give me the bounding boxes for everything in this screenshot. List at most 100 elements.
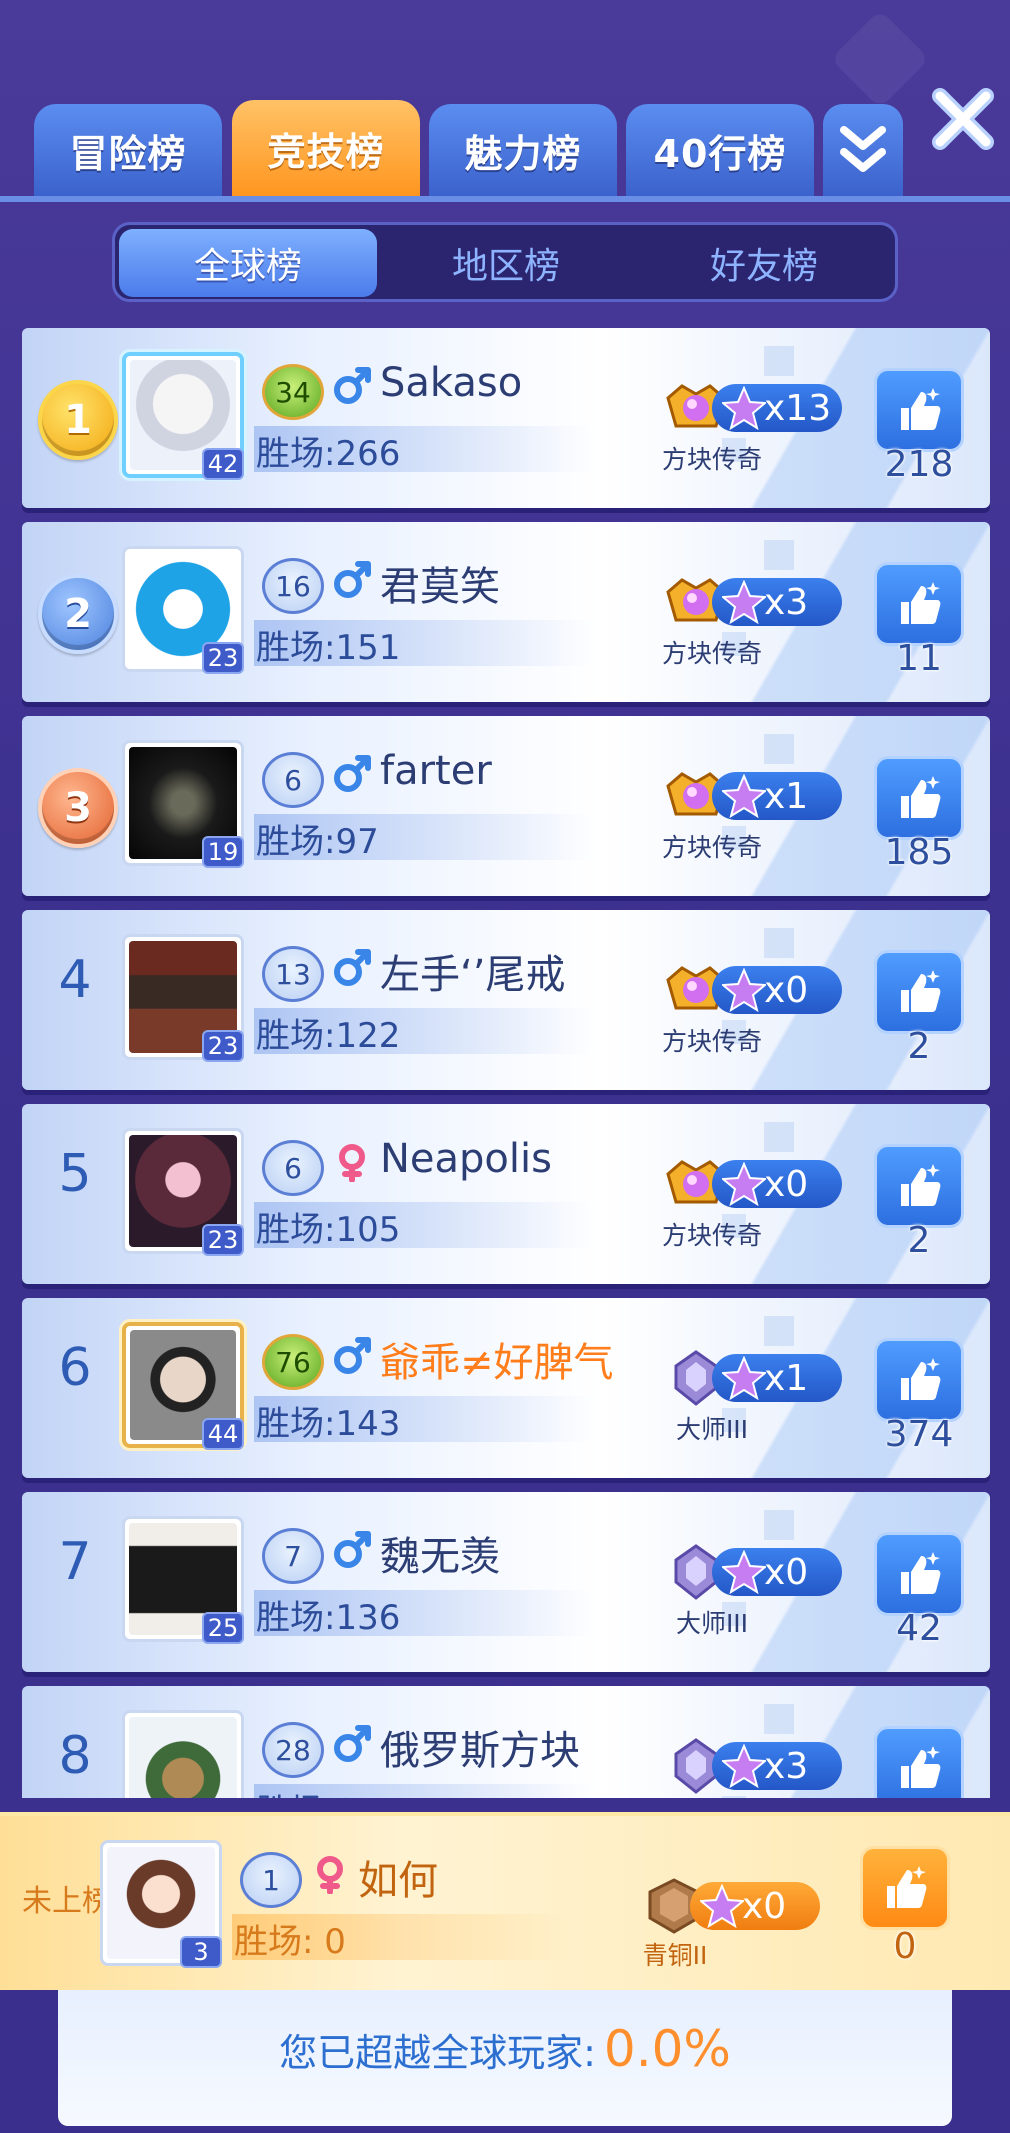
- row-decoration: [764, 540, 794, 570]
- leaderboard-row[interactable]: 7 25 7 魏无羡 胜场:136 x0 大师III 42: [22, 1492, 990, 1672]
- thumbs-up-icon: [901, 1358, 941, 1400]
- like-count: 11: [896, 638, 942, 679]
- thumbs-up-icon: [901, 970, 941, 1012]
- thumbs-up-icon: [887, 1866, 927, 1908]
- wins-count: 胜场: 0: [234, 1922, 346, 1962]
- tab-adventure[interactable]: 冒险榜: [34, 104, 222, 196]
- like-button[interactable]: [860, 1846, 950, 1930]
- like-button[interactable]: [874, 1144, 964, 1228]
- double-chevron-down-icon: [840, 126, 886, 172]
- leaderboard-row[interactable]: 4 23 13 左手‘’尾戒 胜场:122 x0 方块传奇 2: [22, 910, 990, 1090]
- player-level: 16: [262, 558, 324, 614]
- star-icon: [722, 386, 766, 430]
- thumbs-up-icon: [901, 1552, 941, 1594]
- tab-40-lines[interactable]: 40行榜: [626, 104, 814, 196]
- player-name: Sakaso: [380, 360, 523, 406]
- female-icon: [332, 1142, 372, 1182]
- like-button[interactable]: [874, 562, 964, 646]
- tab-charm[interactable]: 魅力榜: [429, 104, 617, 196]
- wins-count: 胜场:143: [256, 1404, 401, 1444]
- rank-medal-icon: 3: [38, 768, 118, 848]
- more-tabs-button[interactable]: [823, 104, 903, 196]
- rank-number: 7: [58, 1532, 92, 1592]
- rank-medal-icon: 1: [38, 380, 118, 460]
- close-button[interactable]: [928, 84, 998, 154]
- thumbs-up-icon: [901, 388, 941, 430]
- stars-count: x3: [764, 581, 809, 623]
- like-button[interactable]: [874, 1338, 964, 1422]
- rank-number: 3: [64, 785, 92, 831]
- row-decoration: [764, 734, 794, 764]
- leaderboard-row[interactable]: 6 44 76 爺乖≠好脾气 胜场:143 x1 大师III 374: [22, 1298, 990, 1478]
- tab-global[interactable]: 全球榜: [119, 229, 377, 297]
- leaderboard-row[interactable]: 5 23 6 Neapolis 胜场:105 x0 方块传奇 2: [22, 1104, 990, 1284]
- like-count: 42: [896, 1608, 942, 1649]
- leaderboard-row[interactable]: 8 28 俄罗斯方块 胜场:97 x3 大师III: [22, 1686, 990, 1798]
- like-count: 374: [884, 1414, 954, 1455]
- star-icon: [722, 580, 766, 624]
- player-name: 俄罗斯方块: [380, 1728, 580, 1774]
- rank-name: 方块传奇: [661, 639, 762, 668]
- stars-count: x0: [764, 1163, 809, 1205]
- tab-label: 竞技榜: [267, 129, 385, 174]
- beat-players-percent: 0.0%: [603, 2020, 731, 2078]
- rank-medal-icon: 2: [38, 574, 118, 654]
- avatar-level-badge: 19: [202, 836, 244, 868]
- like-button[interactable]: [874, 368, 964, 452]
- player-level: 6: [262, 752, 324, 808]
- rank-number: 1: [64, 397, 92, 443]
- subtab-label: 好友榜: [709, 246, 818, 287]
- rank-number: 4: [58, 950, 92, 1010]
- leaderboard-list[interactable]: 1 42 3 4 Sakaso 胜场:266 x13 方块传奇 218 2 23 …: [22, 328, 990, 1798]
- row-decoration: [764, 928, 794, 958]
- male-icon: [332, 754, 372, 794]
- wins-count: 胜场:105: [256, 1210, 401, 1250]
- avatar-level-badge: 3: [180, 1936, 222, 1968]
- avatar-level-badge: 23: [202, 1224, 244, 1256]
- wins-count: 胜场:266: [256, 434, 401, 474]
- leaderboard-row[interactable]: 3 19 6 farter 胜场:97 x1 方块传奇 185: [22, 716, 990, 896]
- my-rank-row: 未上榜 3 1 如何 胜场: 0 x0 青铜II 0: [0, 1812, 1010, 1990]
- rank-number: 8: [58, 1726, 92, 1786]
- player-level: 1: [240, 1852, 302, 1908]
- background-decoration: [830, 9, 930, 109]
- stars-count: x1: [764, 775, 809, 817]
- thumbs-up-icon: [901, 1746, 941, 1788]
- like-count: 218: [884, 444, 954, 485]
- like-count: 0: [893, 1926, 917, 1967]
- thumbs-up-icon: [901, 776, 941, 818]
- avatar-image: [129, 1717, 237, 1798]
- rank-name: 大师III: [675, 1609, 749, 1638]
- leaderboard-row[interactable]: 2 23 16 君莫笑 胜场:151 x3 方块传奇 11: [22, 522, 990, 702]
- star-icon: [722, 968, 766, 1012]
- rank-name: 方块传奇: [661, 1027, 762, 1056]
- avatar-level-badge: 23: [202, 1030, 244, 1062]
- like-button[interactable]: [874, 756, 964, 840]
- tab-competitive[interactable]: 竞技榜: [232, 100, 420, 196]
- avatar-level-badge: 42: [202, 448, 244, 480]
- stars-count: x13: [764, 387, 832, 429]
- beat-players-label: 您已超越全球玩家:: [279, 2031, 596, 2075]
- like-count: 2: [907, 1220, 931, 1261]
- tab-region[interactable]: 地区榜: [377, 229, 635, 297]
- stars-count: x0: [764, 1551, 809, 1593]
- like-count: 185: [884, 832, 954, 873]
- tab-underline: [0, 196, 1010, 202]
- player-name: Neapolis: [380, 1136, 552, 1182]
- star-icon: [722, 1744, 766, 1788]
- row-decoration: [764, 346, 794, 376]
- tab-friends[interactable]: 好友榜: [635, 229, 893, 297]
- like-button[interactable]: [874, 1726, 964, 1798]
- tab-label: 魅力榜: [464, 131, 582, 176]
- male-icon: [332, 366, 372, 406]
- avatar-level-badge: 44: [202, 1418, 244, 1450]
- close-icon: [932, 88, 994, 150]
- tab-label: 40行榜: [653, 131, 787, 176]
- rank-number: 2: [64, 591, 92, 637]
- player-avatar[interactable]: [122, 1710, 244, 1798]
- stars-count: x0: [742, 1885, 787, 1927]
- star-icon: [722, 774, 766, 818]
- leaderboard-row[interactable]: 1 42 34 Sakaso 胜场:266 x13 方块传奇 218: [22, 328, 990, 508]
- like-button[interactable]: [874, 950, 964, 1034]
- like-button[interactable]: [874, 1532, 964, 1616]
